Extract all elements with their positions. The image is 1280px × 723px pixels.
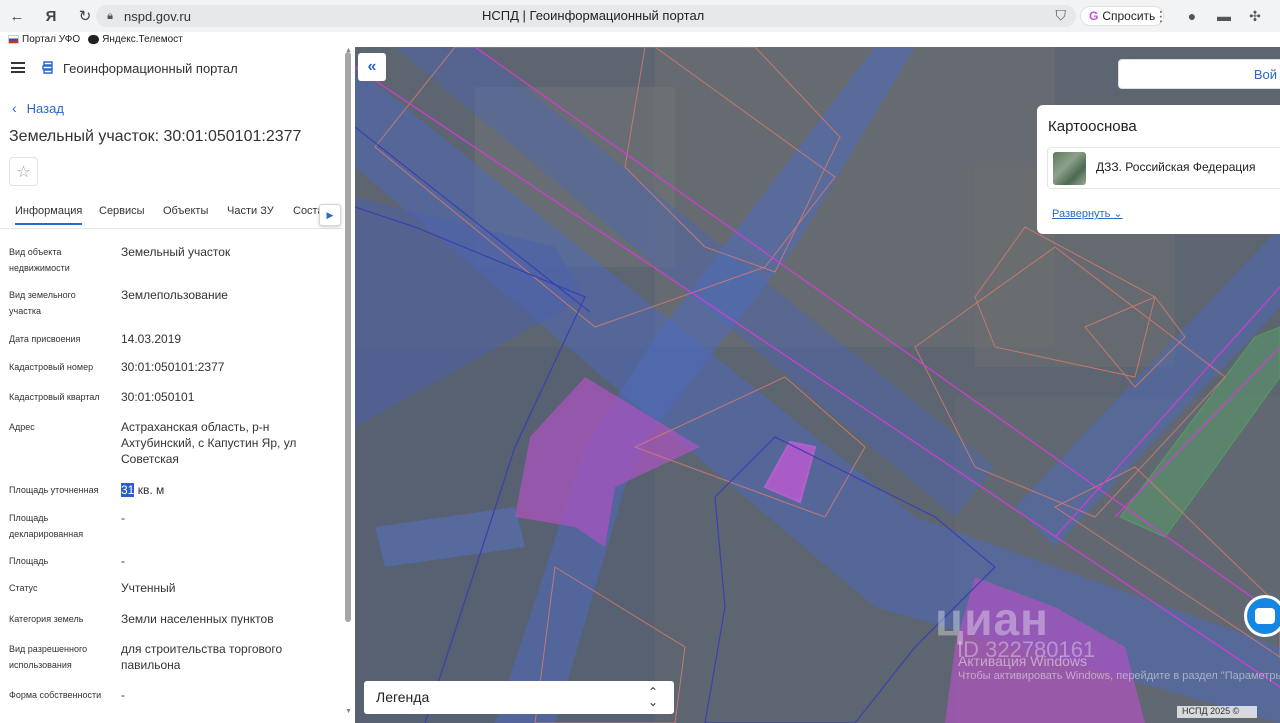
selected-text: 31 <box>121 483 135 497</box>
cian-watermark: циан ID 322780161 <box>935 592 1095 662</box>
field-value: 14.03.2019 <box>121 332 182 346</box>
alice-icon: G <box>1089 9 1099 23</box>
field-label: Площадь декларированная <box>9 513 84 539</box>
field-value: Астраханская область, р-н Ахтубинский, с… <box>121 420 297 466</box>
expand-basemaps-link[interactable]: Развернуть ⌄ <box>1052 207 1123 220</box>
url-text: nspd.gov.ru <box>124 8 191 24</box>
address-bar[interactable]: 🔒︎ nspd.gov.ru НСПД | Геоинформационный … <box>96 5 1076 27</box>
windows-activation-title: Активация Windows <box>958 653 1088 669</box>
field-label: Статус <box>9 583 38 593</box>
sort-arrows-icon: ⌃ ⌄ <box>648 685 659 709</box>
basemap-title: Картооснова <box>1048 118 1137 135</box>
field-value: - <box>121 511 125 525</box>
bookmarks-bar: Портал УФО Яндекс.Телемост <box>0 32 1280 47</box>
scroll-down-arrow-icon[interactable]: ▼ <box>345 708 352 715</box>
field-label: Форма собственности <box>9 690 102 700</box>
object-title: Земельный участок: 30:01:050101:2377 <box>9 128 302 145</box>
tab-information[interactable]: Информация <box>15 205 83 225</box>
expand-label: Развернуть <box>1052 208 1111 220</box>
extensions-puzzle-icon[interactable]: ✣ <box>1244 6 1266 26</box>
browser-toolbar: ← Я ↻ 🔒︎ nspd.gov.ru НСПД | Геоинформаци… <box>0 0 1280 32</box>
field-label: Категория земель <box>9 614 84 624</box>
collapse-panel-button[interactable]: « <box>358 53 386 81</box>
bookmark-icon[interactable]: ⛉ <box>1056 7 1067 24</box>
tabs-scroll-right-button[interactable]: ▶ <box>319 204 341 226</box>
extension-icon[interactable]: ▬ <box>1213 6 1235 26</box>
tab-services[interactable]: Сервисы <box>99 205 145 217</box>
field-value: 30:01:050101:2377 <box>121 360 225 374</box>
field-label: Кадастровый номер <box>9 362 94 372</box>
portal-name: Геоинформационный портал <box>63 61 238 76</box>
field-value: Земельный участок <box>121 245 231 259</box>
windows-activation-subtitle: Чтобы активировать Windows, перейдите в … <box>958 670 1280 682</box>
field-label: Вид разрешенного использования <box>9 644 88 670</box>
menu-icon[interactable] <box>11 62 25 73</box>
tab-objects[interactable]: Объекты <box>163 205 208 217</box>
field-label: Дата присвоения <box>9 334 81 344</box>
field-value: Земли населенных пунктов <box>121 612 274 626</box>
copyright: НСПД 2025 © <box>1177 706 1257 718</box>
favorite-star-button[interactable]: ☆ <box>9 157 38 186</box>
satellite-thumbnail <box>1053 152 1086 185</box>
field-value: - <box>121 688 125 702</box>
back-label: Назад <box>26 100 64 116</box>
legend-label: Легенда <box>376 689 430 705</box>
field-value: Землепользование <box>121 288 228 302</box>
portal-logo-icon <box>42 61 53 74</box>
info-panel: Геоинформационный портал ‹ Назад Земельн… <box>0 47 355 723</box>
field-label: Вид объекта недвижимости <box>9 247 70 273</box>
bookmark-portal-ufo[interactable]: Портал УФО <box>8 34 80 45</box>
field-value: для строительства торгового павильона <box>121 642 283 672</box>
telemost-icon <box>88 35 100 44</box>
field-label: Вид земельного участка <box>9 290 76 316</box>
bookmark-telemost[interactable]: Яндекс.Телемост <box>88 34 183 45</box>
back-link[interactable]: ‹ Назад <box>12 100 64 116</box>
lock-icon: 🔒︎ <box>107 9 113 22</box>
yandex-icon[interactable]: Я <box>40 5 62 27</box>
basemap-option[interactable]: ДЗЗ. Российская Федерация <box>1047 147 1280 189</box>
chat-bubble-icon <box>1255 608 1275 624</box>
panel-scrollbar[interactable] <box>345 52 351 622</box>
tab-parts[interactable]: Части ЗУ <box>227 205 274 217</box>
area-unit: кв. м <box>134 483 165 497</box>
basemap-panel: Картооснова ДЗЗ. Российская Федерация Ра… <box>1037 105 1280 234</box>
chevron-down-icon: ⌄ <box>1113 208 1123 220</box>
tabs-bar: Информация Сервисы Объекты Части ЗУ Сост… <box>0 199 343 229</box>
legend-dropdown[interactable]: Легенда ⌃ ⌄ <box>364 681 674 714</box>
field-label: Площадь уточненная <box>9 485 99 495</box>
field-label: Адрес <box>9 422 35 432</box>
chat-button[interactable] <box>1244 595 1280 637</box>
russia-flag-icon <box>8 35 19 44</box>
field-value: - <box>121 554 125 568</box>
field-value: Учтенный <box>121 581 176 595</box>
chevron-left-icon: ‹ <box>12 100 17 116</box>
back-arrow-icon[interactable]: ← <box>6 5 28 27</box>
more-menu-icon[interactable]: ⋮ <box>1150 6 1172 26</box>
field-label: Площадь <box>9 556 49 566</box>
basemap-option-label: ДЗЗ. Российская Федерация <box>1096 160 1256 174</box>
login-label: Вой <box>1253 67 1277 82</box>
login-button[interactable]: Вой <box>1118 59 1280 89</box>
field-label: Кадастровый квартал <box>9 392 100 402</box>
field-value: 31 кв. м <box>121 482 331 498</box>
reload-icon[interactable]: ↻ <box>74 5 96 27</box>
profile-avatar-icon[interactable]: ● <box>1181 6 1203 26</box>
bookmark-label: Яндекс.Телемост <box>102 34 183 45</box>
browser-tab-title: НСПД | Геоинформационный портал <box>482 8 705 23</box>
bookmark-label: Портал УФО <box>22 34 81 45</box>
field-value: 30:01:050101 <box>121 390 195 404</box>
ask-ai-label: Спросить <box>1102 9 1156 23</box>
